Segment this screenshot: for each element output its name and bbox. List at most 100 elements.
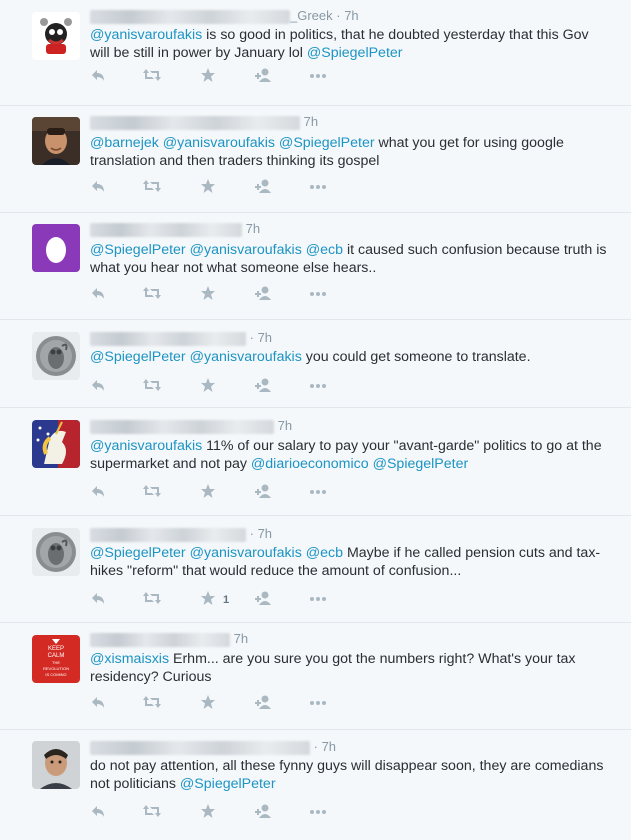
avatar[interactable] (32, 12, 80, 60)
tweet[interactable]: 7h @SpiegelPeter @yanisvaroufakis @ecb i… (0, 213, 631, 320)
favorite-icon (200, 590, 216, 606)
tweet[interactable]: · 7h @SpiegelPeter @yanisvaroufakis @ecb… (0, 516, 631, 623)
mention-link[interactable]: @yanisvaroufakis (163, 135, 275, 151)
avatar[interactable] (32, 420, 80, 468)
redacted-name (90, 222, 242, 237)
favorite-button[interactable] (200, 67, 216, 85)
mention-link[interactable]: @yanisvaroufakis (190, 545, 302, 561)
reply-button[interactable] (90, 377, 106, 395)
favorite-icon (200, 483, 216, 499)
tweet[interactable]: 7h @barnejek @yanisvaroufakis @SpiegelPe… (0, 106, 631, 213)
more-button[interactable] (308, 285, 328, 303)
reply-button[interactable] (90, 694, 106, 712)
more-button[interactable] (308, 377, 328, 395)
tweet-time[interactable]: 7h (246, 221, 260, 236)
tweet-time[interactable]: 7h (278, 418, 292, 433)
mention-link[interactable]: @yanisvaroufakis (190, 242, 302, 258)
reply-button[interactable] (90, 590, 106, 608)
favorite-button[interactable] (200, 178, 216, 196)
more-icon (308, 377, 328, 393)
mention-link[interactable]: @SpiegelPeter (180, 776, 276, 792)
favorite-button[interactable] (200, 803, 216, 821)
follow-button[interactable] (254, 377, 274, 395)
mention-link[interactable]: @diarioeconomico (251, 456, 369, 472)
follow-icon (254, 590, 274, 606)
mention-link[interactable]: @SpiegelPeter (90, 242, 186, 258)
favorite-icon (200, 377, 216, 393)
avatar[interactable] (32, 741, 80, 789)
avatar[interactable]: KEEP CALM THE REVOLUTION IS COMING (32, 635, 80, 683)
more-button[interactable] (308, 178, 328, 196)
reply-button[interactable] (90, 178, 106, 196)
more-button[interactable] (308, 694, 328, 712)
follow-button[interactable] (254, 483, 274, 501)
reply-icon (90, 803, 106, 819)
tweet-time[interactable]: 7h (258, 526, 272, 541)
mention-link[interactable]: @SpiegelPeter (279, 135, 375, 151)
follow-button[interactable] (254, 285, 274, 303)
favorite-button[interactable] (200, 285, 216, 303)
retweet-button[interactable] (142, 483, 162, 501)
follow-button[interactable] (254, 178, 274, 196)
mention-link[interactable]: @ecb (306, 242, 343, 258)
more-button[interactable] (308, 803, 328, 821)
mention-link[interactable]: @yanisvaroufakis (90, 438, 202, 454)
favorite-button[interactable]: 1 (200, 590, 229, 608)
reply-button[interactable] (90, 803, 106, 821)
redacted-name (90, 527, 246, 542)
mention-link[interactable]: @ecb (306, 545, 343, 561)
more-icon (308, 483, 328, 499)
retweet-button[interactable] (142, 377, 162, 395)
mention-link[interactable]: @SpiegelPeter (90, 349, 186, 365)
avatar[interactable] (32, 332, 80, 380)
tweet-time[interactable]: 7h (258, 330, 272, 345)
tweet[interactable]: 7h @yanisvaroufakis 11% of our salary to… (0, 408, 631, 516)
tweet[interactable]: · 7h @SpiegelPeter @yanisvaroufakis you … (0, 320, 631, 408)
follow-icon (254, 67, 274, 83)
mention-link[interactable]: @barnejek (90, 135, 159, 151)
avatar[interactable] (32, 224, 80, 272)
tweet-time[interactable]: 7h (322, 739, 336, 754)
tweet-text: @yanisvaroufakis is so good in politics,… (90, 26, 610, 62)
reply-icon (90, 590, 106, 606)
tweet-time[interactable]: 7h (344, 8, 358, 23)
tweet[interactable]: · 7h do not pay attention, all these fyn… (0, 730, 631, 840)
reply-button[interactable] (90, 483, 106, 501)
mention-link[interactable]: @yanisvaroufakis (90, 27, 202, 43)
retweet-button[interactable] (142, 590, 162, 608)
retweet-icon (142, 285, 162, 301)
mention-link[interactable]: @SpiegelPeter (373, 456, 469, 472)
retweet-icon (142, 67, 162, 83)
avatar[interactable] (32, 528, 80, 576)
retweet-button[interactable] (142, 285, 162, 303)
follow-button[interactable] (254, 803, 274, 821)
more-button[interactable] (308, 483, 328, 501)
tweet[interactable]: _Greek · 7h @yanisvaroufakis is so good … (0, 0, 631, 106)
follow-button[interactable] (254, 590, 274, 608)
tweet-time[interactable]: 7h (234, 631, 248, 646)
mention-link[interactable]: @xismaisxis (90, 651, 169, 667)
reply-button[interactable] (90, 67, 106, 85)
more-button[interactable] (308, 67, 328, 85)
reply-button[interactable] (90, 285, 106, 303)
retweet-button[interactable] (142, 67, 162, 85)
tweet-time[interactable]: 7h (304, 114, 318, 129)
mention-link[interactable]: @SpiegelPeter (307, 45, 403, 61)
favorite-button[interactable] (200, 377, 216, 395)
follow-button[interactable] (254, 67, 274, 85)
mention-link[interactable]: @SpiegelPeter (90, 545, 186, 561)
follow-button[interactable] (254, 694, 274, 712)
tweet-header: 7h (90, 114, 318, 132)
more-button[interactable] (308, 590, 328, 608)
retweet-button[interactable] (142, 803, 162, 821)
follow-icon (254, 178, 274, 194)
mention-link[interactable]: @yanisvaroufakis (190, 349, 302, 365)
tweet[interactable]: KEEP CALM THE REVOLUTION IS COMING 7h @xisma… (0, 623, 631, 730)
favorite-button[interactable] (200, 483, 216, 501)
favorite-button[interactable] (200, 694, 216, 712)
avatar[interactable] (32, 117, 80, 165)
retweet-button[interactable] (142, 694, 162, 712)
favorite-icon (200, 178, 216, 194)
retweet-button[interactable] (142, 178, 162, 196)
favorite-count: 1 (223, 594, 230, 606)
